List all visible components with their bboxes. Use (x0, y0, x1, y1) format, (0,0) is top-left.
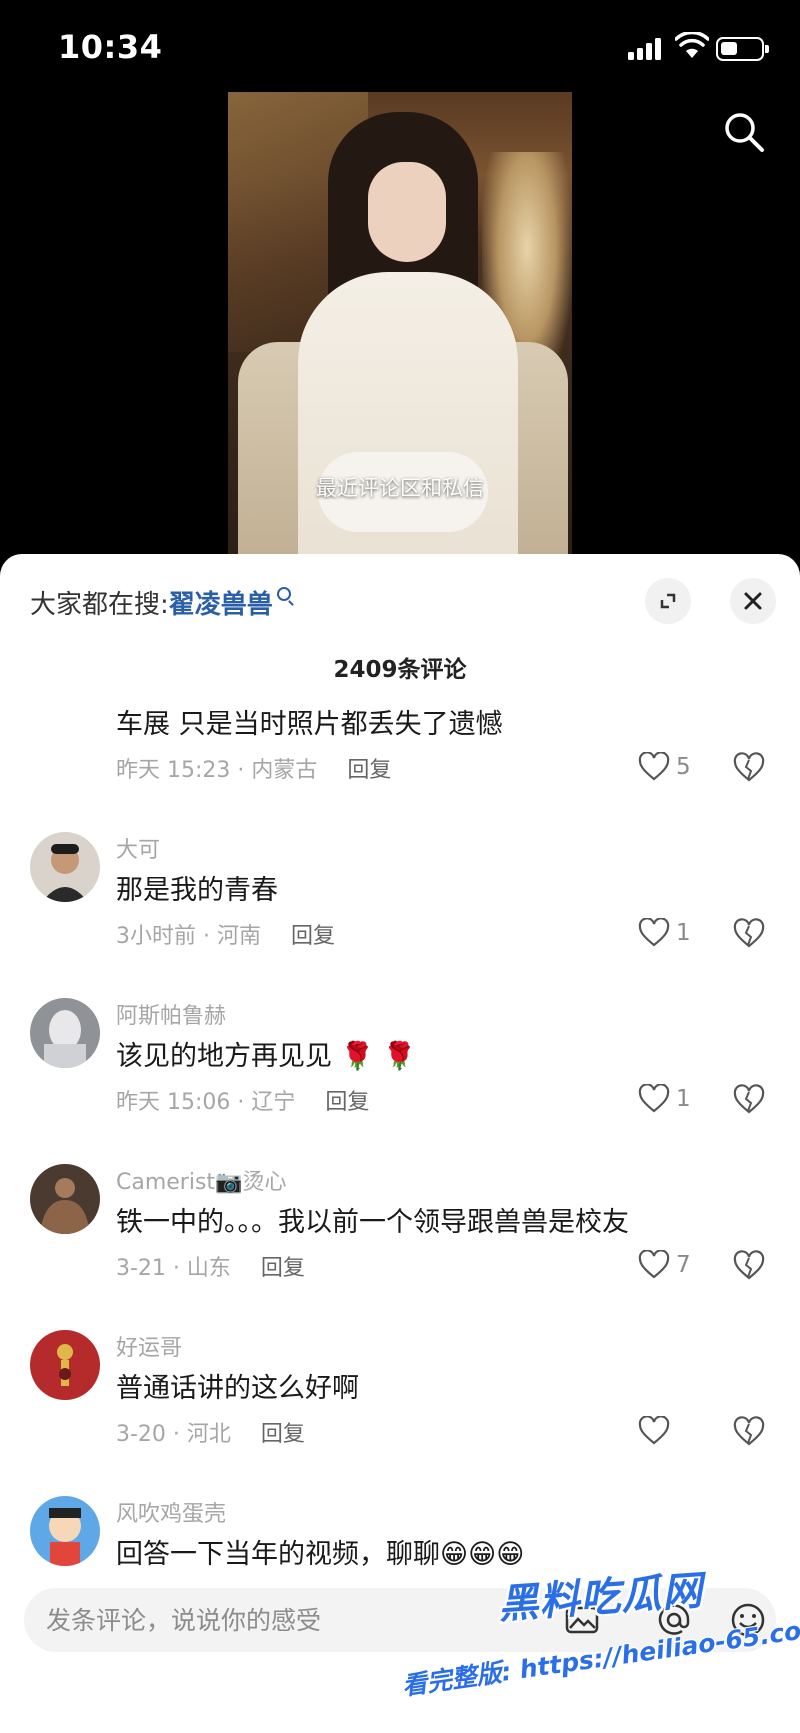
comment-item: 好运哥 普通话讲的这么好啊 3-20 · 河北 回复 (0, 1330, 800, 1490)
like-button[interactable]: 1 (638, 916, 698, 952)
comment-author[interactable]: 阿斯帕鲁赫 (116, 998, 226, 1030)
like-button[interactable]: 5 (638, 750, 698, 786)
video-subtitle: 最近评论区和私信 (316, 476, 484, 500)
heart-icon (638, 752, 670, 781)
heart-icon (638, 918, 670, 947)
search-small-icon (276, 587, 291, 601)
reply-button[interactable]: 回复 (261, 1422, 305, 1447)
comment-item: 大可 那是我的青春 3小时前 · 河南 回复 1 (0, 832, 800, 992)
search-icon[interactable] (722, 110, 766, 154)
avatar[interactable] (30, 998, 100, 1068)
dislike-icon[interactable] (733, 918, 765, 950)
hot-search[interactable]: 大家都在搜:翟凌兽兽 (30, 584, 291, 621)
wifi-icon (675, 32, 709, 58)
comment-text: 那是我的青春 (116, 875, 278, 906)
avatar[interactable] (30, 1164, 100, 1234)
like-button[interactable]: 7 (638, 1248, 698, 1284)
comment-input-bar (0, 1574, 800, 1733)
dislike-icon[interactable] (733, 1416, 765, 1448)
reply-button[interactable]: 回复 (347, 758, 391, 783)
avatar[interactable] (30, 832, 100, 902)
heart-icon (638, 1416, 670, 1445)
comment-text: 铁一中的。。。我以前一个领导跟兽兽是校友 (116, 1207, 629, 1238)
emoji-icon[interactable] (730, 1602, 766, 1638)
comment-time: 3-21 · 山东 (116, 1256, 231, 1281)
battery-icon (716, 37, 769, 61)
comment-input-box[interactable] (24, 1588, 776, 1652)
comment-sheet: 大家都在搜:翟凌兽兽 2409条评论 车展 只是当时照片都丢失了遗憾 昨天 15… (0, 554, 800, 1733)
comment-time: 3小时前 · 河南 (116, 924, 261, 949)
heart-icon (638, 1250, 670, 1279)
comment-meta: 昨天 15:06 · 辽宁 回复 (116, 1084, 369, 1116)
comment-author[interactable]: Camerist📷烫心 (116, 1164, 286, 1196)
comment-meta: 昨天 15:23 · 内蒙古 回复 (116, 752, 391, 784)
at-mention-icon[interactable] (656, 1602, 692, 1638)
close-button[interactable] (730, 578, 776, 624)
comment-author[interactable]: 好运哥 (116, 1330, 182, 1362)
status-time: 10:34 (58, 28, 163, 66)
reply-button[interactable]: 回复 (291, 924, 335, 949)
comment-input[interactable] (46, 1588, 506, 1652)
comment-author[interactable]: 风吹鸡蛋壳 (116, 1496, 226, 1528)
expand-button[interactable] (645, 578, 691, 624)
avatar[interactable] (30, 1496, 100, 1566)
sheet-header: 大家都在搜:翟凌兽兽 (0, 554, 800, 644)
heart-icon (638, 1084, 670, 1113)
hot-search-keyword[interactable]: 翟凌兽兽 (169, 590, 273, 620)
reply-button[interactable]: 回复 (261, 1256, 305, 1281)
comment-time: 昨天 15:23 · 内蒙古 (116, 758, 318, 783)
comment-text: 车展 只是当时照片都丢失了遗憾 (116, 709, 503, 740)
like-button[interactable] (638, 1414, 698, 1450)
comment-text: 普通话讲的这么好啊 (116, 1373, 359, 1404)
comment-time: 3-20 · 河北 (116, 1422, 231, 1447)
like-button[interactable]: 1 (638, 1082, 698, 1118)
expand-icon (660, 593, 676, 609)
hot-search-prefix: 大家都在搜: (30, 590, 169, 620)
close-icon (744, 592, 762, 610)
like-count: 7 (676, 1252, 691, 1278)
image-icon[interactable] (564, 1602, 600, 1638)
comment-item: 阿斯帕鲁赫 该见的地方再见见 🌹 🌹 昨天 15:06 · 辽宁 回复 1 (0, 998, 800, 1158)
cellular-signal-icon (628, 38, 662, 60)
like-count: 1 (676, 1086, 691, 1112)
dislike-icon[interactable] (733, 1250, 765, 1282)
comment-text: 回答一下当年的视频，聊聊😁😁😁 (116, 1539, 525, 1570)
comment-text: 该见的地方再见见 🌹 🌹 (116, 1041, 417, 1072)
comment-meta: 3小时前 · 河南 回复 (116, 918, 335, 950)
reply-button[interactable]: 回复 (325, 1090, 369, 1115)
comment-meta: 3-21 · 山东 回复 (116, 1250, 305, 1282)
comment-author[interactable]: 大可 (116, 832, 160, 864)
dislike-icon[interactable] (733, 1084, 765, 1116)
avatar[interactable] (30, 1330, 100, 1400)
comment-meta: 3-20 · 河北 回复 (116, 1416, 305, 1448)
video-player[interactable]: 最近评论区和私信 (228, 92, 572, 554)
status-bar: 10:34 (0, 0, 800, 92)
comment-time: 昨天 15:06 · 辽宁 (116, 1090, 296, 1115)
like-count: 5 (676, 754, 691, 780)
comment-item: 车展 只是当时照片都丢失了遗憾 昨天 15:23 · 内蒙古 回复 5 (0, 666, 800, 826)
comment-item: Camerist📷烫心 铁一中的。。。我以前一个领导跟兽兽是校友 3-21 · … (0, 1164, 800, 1324)
like-count: 1 (676, 920, 691, 946)
dislike-icon[interactable] (733, 752, 765, 784)
